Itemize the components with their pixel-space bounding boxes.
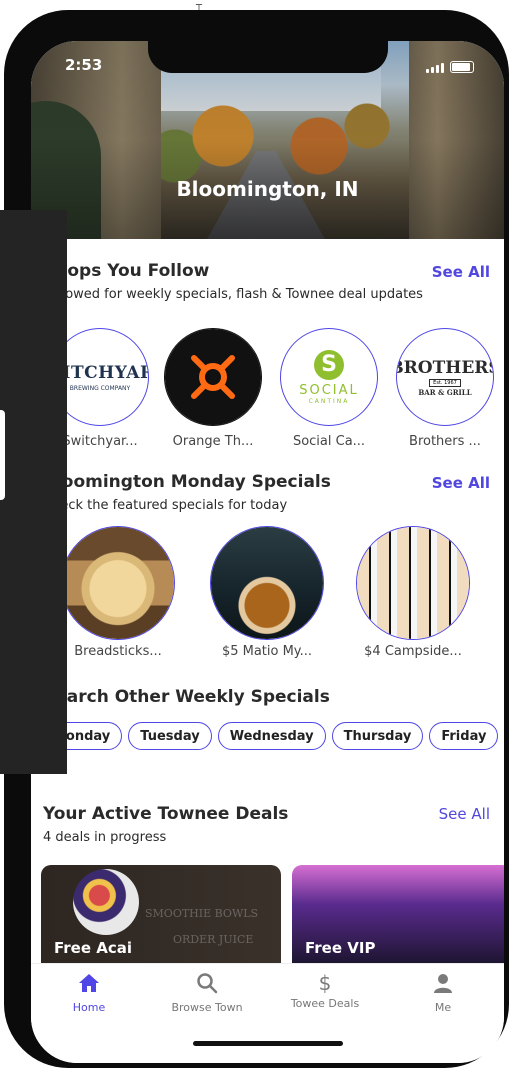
deal-card-label: Free VIP xyxy=(305,939,376,957)
day-pill-friday[interactable]: Friday xyxy=(429,722,499,750)
home-icon xyxy=(79,974,99,992)
phone-frame: Bloomington, IN 2:53 Shops You Follow Se… xyxy=(4,10,509,1068)
shops-see-all-link[interactable]: See All xyxy=(432,263,490,281)
bottom-tab-bar: Home Browse Town $ Towee Deals Me xyxy=(31,963,504,1063)
tab-label: Browse Town xyxy=(171,1001,243,1014)
special-breadsticks[interactable] xyxy=(61,526,175,640)
shop-orange-theory[interactable] xyxy=(164,328,262,426)
day-filter-pills: Monday Tuesday Wednesday Thursday Friday xyxy=(41,722,499,750)
special-label: $4 Campside... xyxy=(364,644,462,659)
tab-towee-deals[interactable]: $ Towee Deals xyxy=(270,972,380,1010)
monday-section-title: Bloomington Monday Specials xyxy=(43,472,331,492)
social-cantina-logo: S xyxy=(314,349,344,380)
special-label: Breadsticks... xyxy=(74,644,162,659)
special-matio[interactable] xyxy=(210,526,324,640)
overlay-panel-notch xyxy=(0,410,5,500)
status-time: 2:53 xyxy=(65,56,103,74)
deals-section-subtitle: 4 deals in progress xyxy=(43,830,167,845)
breadsticks-photo xyxy=(62,527,174,639)
deals-see-all-link[interactable]: See All xyxy=(439,805,490,823)
top-edge-mark: ┬ xyxy=(196,0,203,11)
monday-section-subtitle: Check the featured specials for today xyxy=(43,498,288,513)
deal-card-label: Free Acai xyxy=(54,939,133,957)
day-pill-thursday[interactable]: Thursday xyxy=(331,722,424,750)
deals-section-title: Your Active Townee Deals xyxy=(43,804,289,824)
search-icon xyxy=(197,973,218,994)
shop-label: Brothers ... xyxy=(409,434,481,449)
special-label: $5 Matio My... xyxy=(221,644,313,659)
tab-label: Me xyxy=(434,1001,452,1014)
orange-theory-icon xyxy=(191,355,235,399)
shop-label: Orange Th... xyxy=(172,434,254,449)
home-indicator xyxy=(193,1041,343,1046)
shop-label: Social Ca... xyxy=(292,434,366,449)
day-pill-tuesday[interactable]: Tuesday xyxy=(128,722,212,750)
weekly-section-title: Search Other Weekly Specials xyxy=(43,687,330,707)
shops-section-title: Shops You Follow xyxy=(43,261,210,281)
status-icons xyxy=(426,61,474,73)
overlay-panel xyxy=(0,210,67,774)
shops-section-subtitle: Followed for weekly specials, flash & To… xyxy=(43,287,423,302)
signal-icon xyxy=(426,63,444,73)
brothers-logo: BROTHERS xyxy=(397,357,493,378)
tab-browse-town[interactable]: Browse Town xyxy=(152,972,262,1014)
tab-me[interactable]: Me xyxy=(388,972,498,1014)
special-campside[interactable] xyxy=(356,526,470,640)
deal-card-vip[interactable]: Free VIP xyxy=(292,865,504,963)
acai-bowl-photo xyxy=(73,869,139,935)
cocktail-photo xyxy=(211,527,323,639)
device-notch xyxy=(148,41,388,73)
city-title[interactable]: Bloomington, IN xyxy=(31,177,504,201)
monday-see-all-link[interactable]: See All xyxy=(432,474,490,492)
tab-label: Towee Deals xyxy=(290,997,360,1010)
tab-label: Home xyxy=(72,1001,106,1014)
shop-brothers[interactable]: BROTHERS Est. 1967 BAR & GRILL xyxy=(396,328,494,426)
person-icon xyxy=(434,974,452,993)
cans-photo xyxy=(357,527,469,639)
day-pill-wednesday[interactable]: Wednesday xyxy=(217,722,326,750)
tab-home[interactable]: Home xyxy=(34,972,144,1014)
app-screen: Bloomington, IN 2:53 Shops You Follow Se… xyxy=(31,41,504,1063)
deal-card-acai[interactable]: SMOOTHIE BOWLS ORDER JUICE Free Acai xyxy=(41,865,281,963)
shop-social-cantina[interactable]: S SOCIAL CANTINA xyxy=(280,328,378,426)
dollar-icon: $ xyxy=(318,971,332,995)
battery-icon xyxy=(450,61,474,73)
